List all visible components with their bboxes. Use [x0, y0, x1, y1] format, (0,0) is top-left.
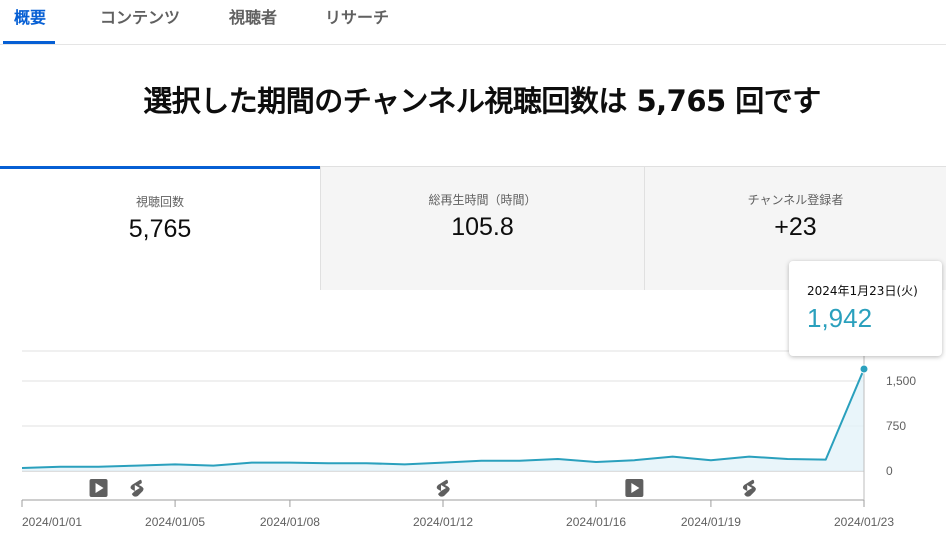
y-tick-label: 0 [886, 464, 893, 478]
x-tick-label: 2024/01/12 [413, 515, 473, 529]
chart-tooltip: 2024年1月23日(火) 1,942 [789, 261, 942, 356]
metric-label: 総再生時間（時間） [428, 193, 537, 207]
x-tick-label: 2024/01/08 [260, 515, 320, 529]
tab-research[interactable]: リサーチ [325, 0, 389, 45]
tab-bar: 概要 コンテンツ 視聴者 リサーチ [0, 0, 946, 45]
metric-label: 視聴回数 [135, 195, 184, 209]
series-area [22, 369, 864, 471]
metric-value: 5,765 [128, 215, 192, 243]
metric-value: 105.8 [451, 213, 514, 241]
active-tab-indicator [3, 41, 55, 44]
series-line [21, 368, 865, 469]
x-tick-label: 2024/01/01 [22, 515, 82, 529]
metric-card-views[interactable]: 視聴回数 5,765 [0, 166, 320, 290]
tooltip-date: 2024年1月23日(火) [807, 284, 918, 298]
x-tick-label: 2024/01/23 [834, 515, 894, 529]
metric-value: +23 [774, 213, 817, 241]
metric-label: チャンネル登録者 [747, 193, 844, 207]
x-tick-label: 2024/01/16 [566, 515, 626, 529]
card-divider [644, 166, 645, 290]
x-tick-label: 2024/01/05 [145, 515, 205, 529]
x-tick-label: 2024/01/19 [681, 515, 741, 529]
data-point [859, 364, 869, 374]
page-headline: 選択した期間のチャンネル視聴回数は 5,765 回です [143, 84, 821, 118]
y-tick-label: 1,500 [886, 374, 916, 388]
metric-card-watch-time[interactable]: 総再生時間（時間） 105.8 [321, 166, 644, 290]
tab-audience[interactable]: 視聴者 [229, 0, 277, 45]
tooltip-value: 1,942 [807, 303, 873, 333]
card-divider [320, 166, 321, 290]
tab-content[interactable]: コンテンツ [100, 0, 180, 45]
tab-overview[interactable]: 概要 [14, 0, 46, 45]
y-tick-label: 750 [886, 419, 906, 433]
